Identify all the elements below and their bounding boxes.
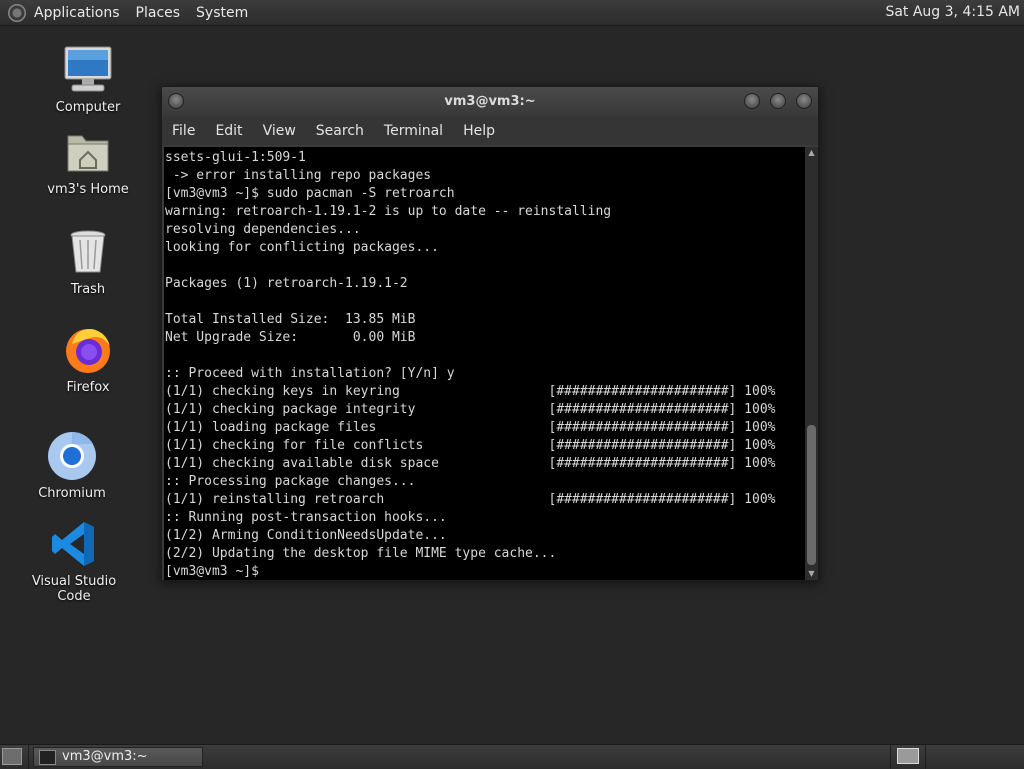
terminal-line: (1/1) reinstalling retroarch [##########… bbox=[165, 492, 776, 507]
terminal-line: Total Installed Size: 13.85 MiB bbox=[165, 312, 416, 327]
terminal-window[interactable]: vm3@vm3:~ File Edit View Search Terminal… bbox=[161, 86, 819, 581]
desktop-icon-label: Trash bbox=[70, 282, 106, 297]
terminal-line: Packages (1) retroarch-1.19.1-2 bbox=[165, 276, 408, 291]
home-folder-icon bbox=[62, 126, 114, 178]
trash-icon bbox=[62, 226, 114, 278]
terminal-line: :: Proceed with installation? [Y/n] y bbox=[165, 366, 455, 381]
terminal-line: (1/1) checking for file conflicts [#####… bbox=[165, 438, 776, 453]
terminal-line: (1/1) checking keys in keyring [########… bbox=[165, 384, 776, 399]
menu-places[interactable]: Places bbox=[128, 5, 189, 21]
close-icon[interactable] bbox=[796, 93, 812, 109]
workspace-switcher[interactable] bbox=[897, 748, 919, 764]
window-menu-icon[interactable] bbox=[168, 93, 184, 109]
desktop-icon-vscode[interactable]: Visual Studio Code bbox=[14, 518, 134, 604]
scroll-down-icon[interactable]: ▼ bbox=[805, 568, 818, 580]
desktop-icon-label: vm3's Home bbox=[47, 182, 129, 197]
terminal-line: (1/1) checking available disk space [###… bbox=[165, 456, 776, 471]
terminal-scrollbar[interactable]: ▲ ▼ bbox=[805, 147, 818, 580]
desktop-icon-computer[interactable]: Computer bbox=[28, 44, 148, 115]
terminal-line: (1/2) Arming ConditionNeedsUpdate... bbox=[165, 528, 447, 543]
desktop-icon-home[interactable]: vm3's Home bbox=[28, 126, 148, 197]
terminal-text: ssets-glui-1:509-1 -> error installing r… bbox=[164, 147, 805, 580]
top-panel: Applications Places System Sat Aug 3, 4:… bbox=[0, 0, 1024, 26]
desktop-icon-label: Computer bbox=[55, 100, 121, 115]
menu-system[interactable]: System bbox=[188, 5, 256, 21]
taskbar-terminal-label: vm3@vm3:~ bbox=[62, 749, 148, 764]
scrollbar-thumb[interactable] bbox=[807, 425, 816, 565]
menu-help[interactable]: Help bbox=[463, 123, 495, 139]
show-desktop-icon[interactable] bbox=[2, 748, 22, 765]
computer-icon bbox=[62, 44, 114, 96]
terminal-line: -> error installing repo packages bbox=[165, 168, 432, 183]
vscode-icon bbox=[48, 518, 100, 570]
terminal-line: [vm3@vm3 ~]$ bbox=[165, 564, 267, 579]
desktop-icon-label: Firefox bbox=[66, 380, 110, 395]
terminal-line: :: Processing package changes... bbox=[165, 474, 416, 489]
terminal-line: resolving dependencies... bbox=[165, 222, 361, 237]
terminal-titlebar[interactable]: vm3@vm3:~ bbox=[162, 87, 818, 117]
firefox-icon bbox=[62, 324, 114, 376]
window-title: vm3@vm3:~ bbox=[444, 94, 536, 109]
terminal-line: [vm3@vm3 ~]$ sudo pacman -S retroarch bbox=[165, 186, 455, 201]
terminal-output[interactable]: ssets-glui-1:509-1 -> error installing r… bbox=[164, 147, 805, 580]
taskbar-terminal-button[interactable]: vm3@vm3:~ bbox=[33, 747, 203, 767]
desktop-icon-label: Visual Studio Code bbox=[31, 574, 117, 604]
panel-separator bbox=[890, 745, 891, 769]
maximize-icon[interactable] bbox=[770, 93, 786, 109]
panel-separator bbox=[28, 745, 29, 769]
terminal-line: looking for conflicting packages... bbox=[165, 240, 439, 255]
menu-search[interactable]: Search bbox=[316, 123, 364, 139]
desktop-icon-label: Chromium bbox=[38, 486, 106, 501]
menu-view[interactable]: View bbox=[263, 123, 296, 139]
menu-file[interactable]: File bbox=[172, 123, 195, 139]
terminal-icon bbox=[39, 750, 56, 765]
menu-logo-icon[interactable] bbox=[8, 3, 26, 22]
panel-separator bbox=[925, 745, 926, 769]
terminal-line: (1/1) loading package files [###########… bbox=[165, 420, 776, 435]
chromium-icon bbox=[46, 430, 98, 482]
terminal-line: :: Running post-transaction hooks... bbox=[165, 510, 447, 525]
bottom-panel: vm3@vm3:~ bbox=[0, 744, 1024, 769]
desktop-icon-trash[interactable]: Trash bbox=[28, 226, 148, 297]
scroll-up-icon[interactable]: ▲ bbox=[805, 147, 818, 159]
minimize-icon[interactable] bbox=[744, 93, 760, 109]
terminal-menubar: File Edit View Search Terminal Help bbox=[162, 117, 818, 145]
menu-applications[interactable]: Applications bbox=[26, 5, 128, 21]
terminal-line: ssets-glui-1:509-1 bbox=[165, 150, 306, 165]
desktop-icon-chromium[interactable]: Chromium bbox=[12, 430, 132, 501]
terminal-line: (2/2) Updating the desktop file MIME typ… bbox=[165, 546, 557, 561]
menu-edit[interactable]: Edit bbox=[215, 123, 242, 139]
terminal-line: (1/1) checking package integrity [######… bbox=[165, 402, 776, 417]
clock[interactable]: Sat Aug 3, 4:15 AM bbox=[877, 0, 1020, 25]
menu-terminal[interactable]: Terminal bbox=[384, 123, 443, 139]
terminal-line: Net Upgrade Size: 0.00 MiB bbox=[165, 330, 416, 345]
terminal-line: warning: retroarch-1.19.1-2 is up to dat… bbox=[165, 204, 612, 219]
desktop-icon-firefox[interactable]: Firefox bbox=[28, 324, 148, 395]
